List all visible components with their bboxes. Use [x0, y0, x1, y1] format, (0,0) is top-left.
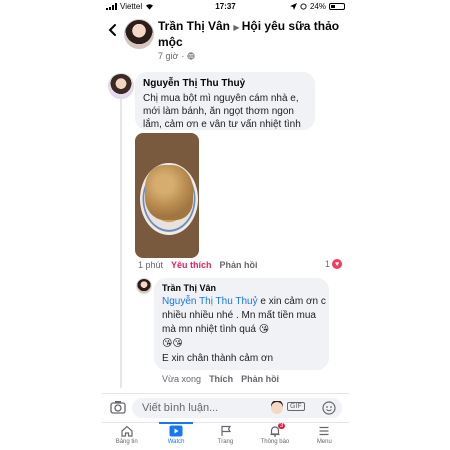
reply-bubble: Trần Thị Vân Nguyễn Thị Thu Thuỷ e xin c…: [154, 278, 329, 370]
thread-line: [120, 98, 122, 388]
reaction-number: 1: [325, 259, 331, 269]
mention-link[interactable]: Nguyễn Thị Thu Thuỷ: [162, 296, 258, 307]
arrow-right-icon: ▶: [233, 23, 242, 32]
comment-text: Chị mua bột mì nguyên cám nhà e, mới làm…: [143, 93, 301, 130]
replier-name[interactable]: Trần Thị Vân: [162, 283, 216, 293]
back-chevron-icon[interactable]: [106, 23, 120, 37]
flag-icon: [220, 425, 231, 436]
camera-icon[interactable]: [110, 400, 126, 414]
bottom-tab-bar: Bảng tin Watch Trang 3 Thông báo Menu: [102, 422, 349, 450]
facebook-comments-screen: Viettel 17:37 24% Trần Thị Vân ▶ Hội yêu…: [102, 0, 349, 450]
tab-menu[interactable]: Menu: [300, 423, 349, 450]
tab-label: Thông báo: [260, 439, 290, 445]
battery-percent: 24%: [309, 2, 326, 11]
tab-label: Bảng tin: [115, 439, 138, 445]
reply-text-2: E xin chân thành cảm ơn: [162, 353, 274, 364]
alarm-icon: [300, 3, 307, 10]
comment-input[interactable]: Viết bình luận... GIF: [132, 398, 342, 418]
home-icon: [121, 425, 133, 437]
tab-notifications[interactable]: 3 Thông báo: [250, 423, 299, 450]
post-header: Trần Thị Vân ▶ Hội yêu sữa thảo mộc 7 gi…: [102, 15, 349, 65]
heart-icon: ♥: [332, 259, 343, 269]
comment-composer: Viết bình luận... GIF: [102, 393, 349, 422]
reply-like-button[interactable]: Thích: [209, 374, 233, 384]
comment-placeholder: Viết bình luận...: [142, 402, 219, 414]
reply-time: Vừa xong: [162, 374, 202, 384]
gif-button[interactable]: GIF: [287, 402, 305, 411]
reply-reply-button[interactable]: Phản hồi: [241, 374, 279, 384]
reply-text: Nguyễn Thị Thu Thuỷ e xin cảm ơn c nhiều…: [162, 295, 327, 351]
reply-button[interactable]: Phản hồi: [220, 260, 258, 270]
comment-bubble: Nguyễn Thị Thu Thuỷ Chị mua bột mì nguyê…: [135, 72, 315, 130]
tab-label: Watch: [167, 439, 185, 445]
commenter-avatar[interactable]: [108, 73, 134, 99]
status-bar: Viettel 17:37 24%: [102, 0, 349, 14]
tab-pages[interactable]: Trang: [201, 423, 250, 450]
tab-watch[interactable]: Watch: [151, 422, 200, 450]
comment-time: 1 phút: [138, 260, 164, 270]
tab-label: Trang: [217, 439, 234, 445]
battery-icon: [329, 3, 345, 10]
avatar-sticker-icon[interactable]: [270, 401, 284, 415]
separator-dot: ·: [181, 51, 185, 61]
author-avatar[interactable]: [124, 19, 154, 49]
notification-badge: 3: [277, 423, 286, 429]
comment-actions: 1 phút Yêu thích Phản hồi: [138, 260, 258, 270]
post-title: Trần Thị Vân ▶ Hội yêu sữa thảo mộc: [158, 19, 343, 49]
post-meta: 7 giờ ·: [158, 51, 196, 61]
reaction-count[interactable]: 1 ♥: [325, 259, 343, 269]
emoji-line: 😘😘: [162, 338, 183, 349]
location-icon: [289, 3, 297, 10]
commenter-name[interactable]: Nguyễn Thị Thu Thuỷ: [143, 78, 245, 89]
emoji-icon[interactable]: [322, 401, 336, 415]
watch-icon: [169, 425, 183, 437]
replier-avatar[interactable]: [136, 278, 152, 294]
author-name[interactable]: Trần Thị Vân: [158, 19, 230, 33]
comment-photo[interactable]: [135, 133, 199, 258]
bread-graphic: [145, 165, 193, 220]
post-timestamp: 7 giờ: [158, 51, 179, 61]
menu-icon: [319, 426, 329, 436]
like-button[interactable]: Yêu thích: [171, 260, 212, 270]
tab-label: Menu: [316, 439, 332, 445]
tab-news-feed[interactable]: Bảng tin: [102, 423, 151, 450]
globe-icon: [187, 52, 196, 60]
reply-actions: Vừa xong Thích Phản hồi: [162, 374, 279, 384]
